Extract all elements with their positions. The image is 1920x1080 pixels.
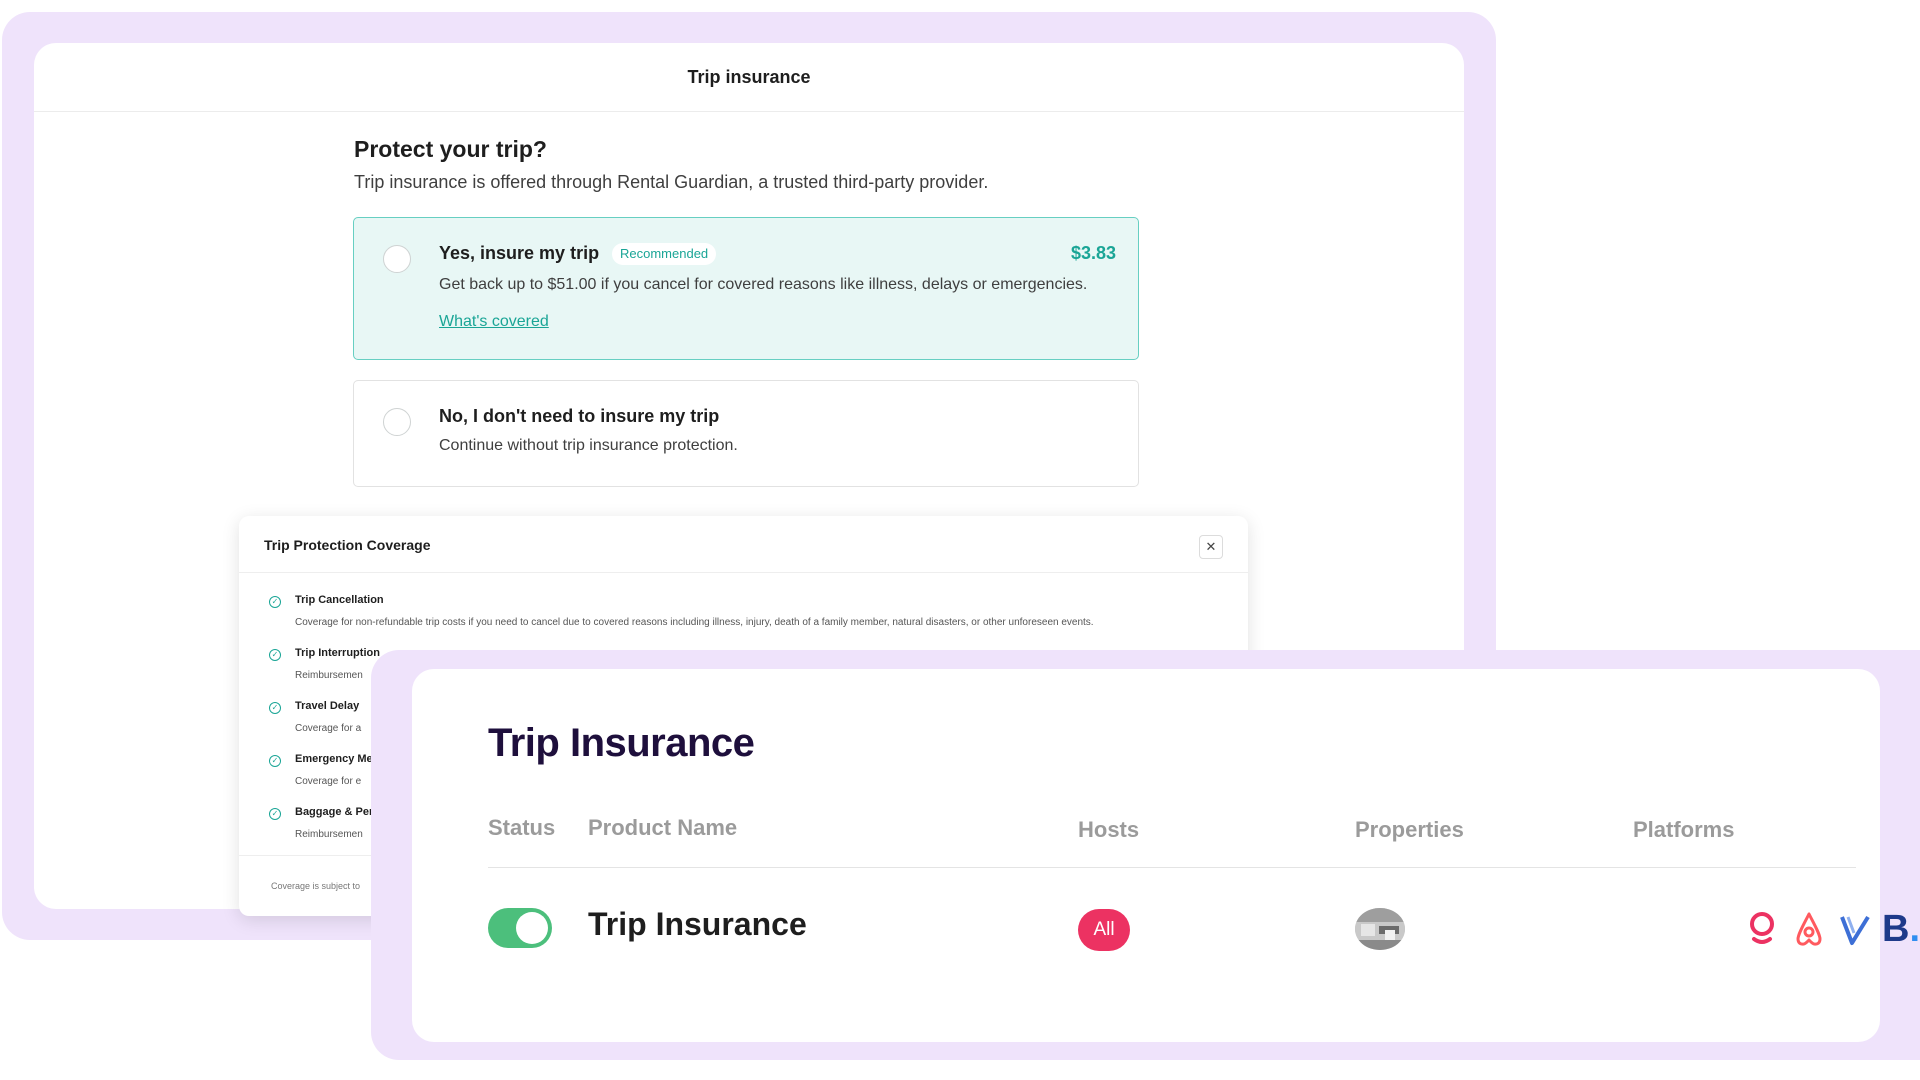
protect-heading: Protect your trip? [354,136,547,162]
table-divider [488,867,1856,868]
decline-option-card[interactable]: No, I don't need to insure my trip Conti… [353,380,1139,487]
decline-radio[interactable] [383,408,411,436]
check-circle-icon: ✓ [269,755,281,767]
column-header-platforms[interactable]: Platforms [1633,817,1734,843]
booking-com-icon[interactable]: B. [1882,909,1920,949]
hosts-badge[interactable]: All [1078,909,1130,951]
map-pin-icon[interactable] [1743,909,1781,949]
decline-option-title: No, I don't need to insure my trip [439,406,720,426]
decline-option-description: Continue without trip insurance protecti… [439,437,738,454]
whats-covered-link[interactable]: What's covered [439,313,549,331]
toggle-knob [516,912,548,944]
insure-option-title: Yes, insure my trip [439,243,600,263]
recommended-badge: Recommended [612,243,717,265]
coverage-item-description: Reimbursemen [295,829,363,840]
insure-radio[interactable] [383,245,411,273]
coverage-item-name: Travel Delay [295,700,360,712]
insure-option-description: Get back up to $51.00 if you cancel for … [439,276,1088,293]
check-circle-icon: ✓ [269,649,281,661]
insure-option-card[interactable]: Yes, insure my trip Recommended $3.83 Ge… [353,217,1139,360]
insurance-price: $3.83 [1070,243,1116,263]
airbnb-icon[interactable] [1790,909,1828,949]
checkout-header: Trip insurance [34,43,1464,112]
vrbo-icon[interactable] [1836,909,1874,949]
column-header-status[interactable]: Status [488,815,555,841]
check-circle-icon: ✓ [269,596,281,608]
coverage-item-name: Trip Interruption [295,647,380,659]
coverage-item-description: Coverage for e [295,776,362,787]
modal-footer-divider [239,855,389,856]
coverage-item-name: Emergency Me [295,753,373,765]
coverage-footnote: Coverage is subject to [271,881,361,891]
protect-subheading: Trip insurance is offered through Rental… [354,172,989,192]
coverage-item-description: Coverage for non-refundable trip costs i… [295,617,1094,628]
dashboard-card: Trip Insurance Status Product Name Hosts… [412,669,1920,1042]
coverage-item-name: Trip Cancellation [295,594,384,606]
column-header-properties[interactable]: Properties [1355,817,1464,843]
property-thumbnail[interactable] [1355,908,1405,950]
checkout-header-title: Trip insurance [687,66,811,87]
check-circle-icon: ✓ [269,808,281,820]
status-toggle[interactable] [488,908,552,948]
property-photo-icon [1355,908,1405,950]
check-circle-icon: ✓ [269,702,281,714]
product-name[interactable]: Trip Insurance [588,906,807,943]
coverage-modal-title: Trip Protection Coverage [264,537,431,553]
coverage-item-description: Coverage for a [295,723,362,734]
coverage-modal-header: Trip Protection Coverage ✕ [239,516,1248,573]
coverage-item-description: Reimbursemen [295,670,363,681]
dashboard-title: Trip Insurance [488,721,755,765]
close-icon[interactable]: ✕ [1199,535,1223,559]
column-header-product-name[interactable]: Product Name [588,815,737,841]
column-header-hosts[interactable]: Hosts [1078,817,1139,843]
coverage-item-name: Baggage & Per [295,806,374,818]
